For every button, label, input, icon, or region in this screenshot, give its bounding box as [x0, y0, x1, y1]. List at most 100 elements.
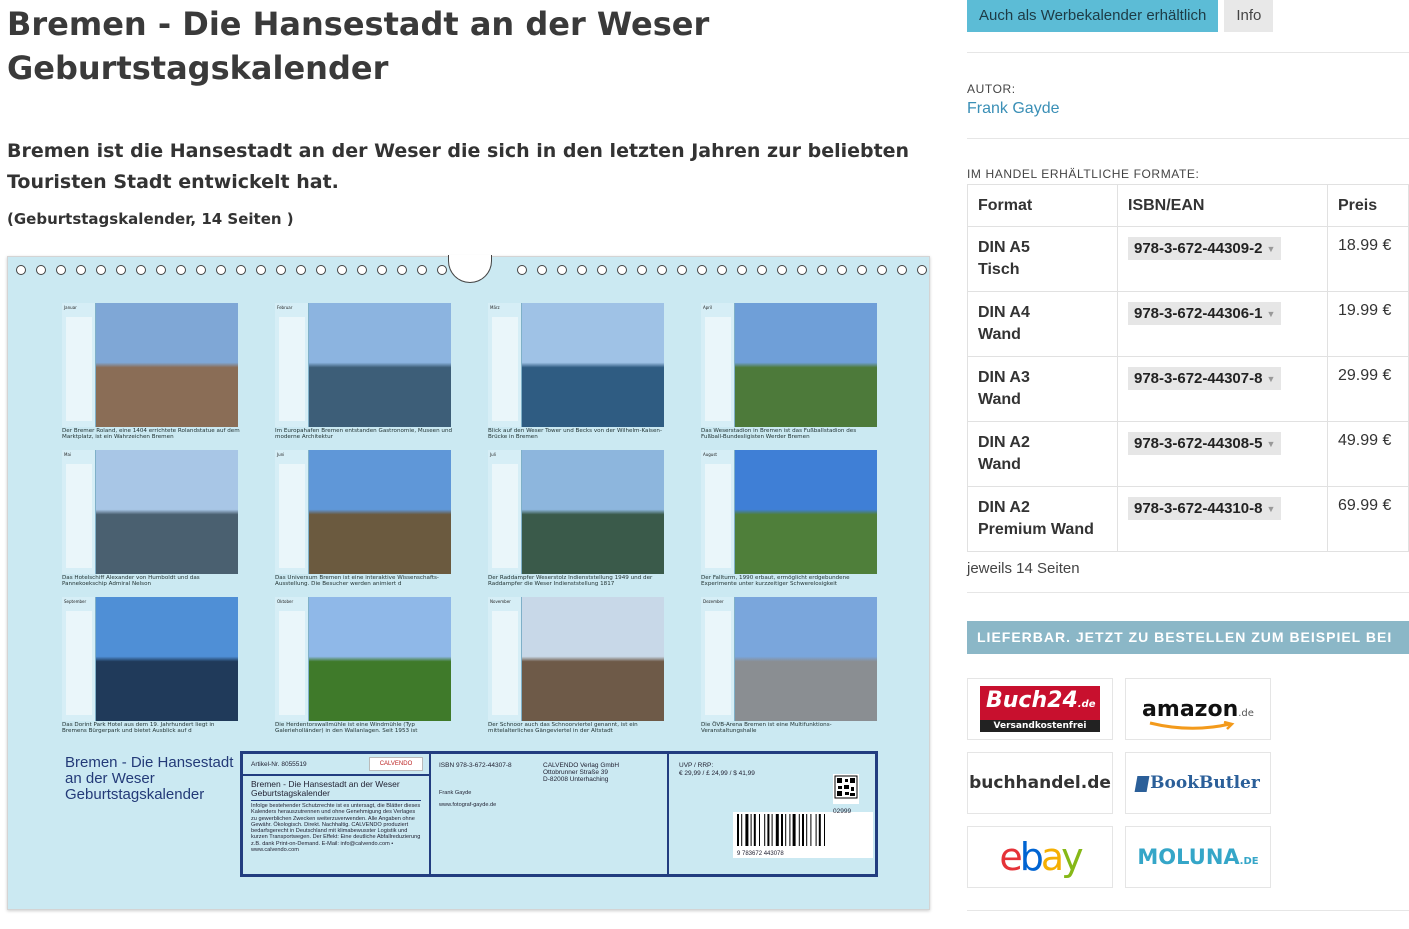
month-caption: Der Fallturm, 1990 erbaut, ermöglicht er… [701, 575, 850, 588]
ring-hole [236, 265, 247, 275]
format-row: DIN A2 Premium Wand 978-3-672-44310-8 ▼ 69.9… [967, 486, 1409, 552]
qr-code [833, 774, 859, 804]
chevron-down-icon: ▼ [1266, 244, 1276, 255]
month-thumbnail: Mai Das Hotelschiff Alexander von Humbold… [62, 450, 238, 590]
moluna-logo: MOLUNA.DE [1137, 845, 1259, 869]
isbn-dropdown[interactable]: 978-3-672-44307-8 ▼ [1128, 367, 1282, 390]
month-thumbnail: Juli Der Raddampfer Weserstolz Indienstst… [488, 450, 664, 590]
buchhandel-link[interactable]: buchhandel.de [967, 752, 1113, 814]
moluna-link[interactable]: MOLUNA.DE [1125, 826, 1271, 888]
barcode-number: 9 783672 443078 [737, 850, 784, 857]
chevron-down-icon: ▼ [1266, 309, 1276, 320]
birthday-strip [62, 450, 96, 574]
ring-hole [356, 265, 367, 275]
ring-hole [596, 265, 607, 275]
amazon-name: amazon [1142, 696, 1239, 722]
buch24-tagline: Versandkostenfrei [980, 720, 1100, 732]
birthday-strip [62, 597, 96, 721]
bookbutler-logo: BookButler [1134, 773, 1260, 793]
barcode-addon: 02999 [833, 808, 852, 815]
isbn-cell: 978-3-672-44307-8 ▼ [1117, 356, 1328, 422]
uvp-values: € 29,99 / £ 24,99 / $ 41,99 [679, 770, 755, 777]
price-cell: 69.99 € [1327, 486, 1409, 552]
ring-hole [156, 265, 167, 275]
author-link[interactable]: Frank Gayde [967, 100, 1409, 118]
month-photo: Oktober [275, 597, 451, 721]
ring-hole [76, 265, 87, 275]
isbn-dropdown[interactable]: 978-3-672-44306-1 ▼ [1128, 302, 1282, 325]
month-photo: August [701, 450, 877, 574]
back-col-legal: Artikel-Nr. 8055519 CALVENDO Bremen - Di… [243, 754, 431, 874]
month-label: März [490, 305, 500, 310]
product-meta: (Geburtstagskalender, 14 Seiten ) [7, 210, 294, 228]
ring-hole [256, 265, 267, 275]
isbn-print: ISBN 978-3-672-44307-8 [439, 762, 512, 769]
isbn-dropdown[interactable]: 978-3-672-44308-5 ▼ [1128, 432, 1282, 455]
artikel-number: Artikel-Nr. 8055519 [251, 761, 307, 768]
month-caption: Das Universum Bremen ist eine interaktiv… [275, 575, 439, 588]
month-caption: Das Weserstadion in Bremen ist das Fußba… [701, 428, 857, 441]
back-title: Bremen - Die Hansestadt an der Weser Geb… [65, 754, 234, 803]
month-caption: Das Dorint Park Hotel aus dem 19. Jahrhu… [62, 722, 215, 735]
month-thumbnail: November Der Schnoor auch das Schnoorvier… [488, 597, 664, 737]
bookbutler-link[interactable]: BookButler [1125, 752, 1271, 814]
ring-hole [797, 265, 808, 275]
ring-hole [36, 265, 47, 275]
chevron-down-icon: ▼ [1266, 439, 1276, 450]
ring-hole [436, 265, 447, 275]
month-photo: Mai [62, 450, 238, 574]
month-caption: Im Europahafen Bremen entstanden Gastron… [275, 428, 453, 441]
month-label: Juli [490, 452, 496, 457]
format-name: DIN A2 Wand [967, 421, 1118, 487]
month-thumbnail: September Das Dorint Park Hotel aus dem 1… [62, 597, 238, 737]
formats-header-row: Format ISBN/EAN Preis [967, 184, 1409, 227]
info-button[interactable]: Info [1224, 0, 1274, 32]
birthday-strip [488, 303, 522, 427]
back-col-publisher: ISBN 978-3-672-44307-8 Frank Gayde www.f… [431, 754, 669, 874]
birthday-strip [275, 450, 309, 574]
ring-hole [296, 265, 307, 275]
publisher-address: CALVENDO Verlag GmbH Ottobrunner Straße … [543, 762, 620, 784]
buch24-name: Buch24 [986, 688, 1078, 713]
format-name: DIN A4 Wand [967, 291, 1118, 357]
amazon-logo: amazon.de [1142, 696, 1254, 730]
divider [967, 138, 1409, 139]
month-photo: Juni [275, 450, 451, 574]
price-cell: 19.99 € [1327, 291, 1409, 357]
ring-hole [96, 265, 107, 275]
ring-hole [56, 265, 67, 275]
formats-table: Format ISBN/EAN Preis DIN A5 Tisch 978-3-6… [967, 184, 1409, 552]
werbekalender-button[interactable]: Auch als Werbekalender erhältlich [967, 0, 1219, 32]
ring-hole [777, 265, 788, 275]
month-label: Januar [64, 305, 77, 310]
month-photo: November [488, 597, 664, 721]
ebay-link[interactable]: ebay [967, 826, 1113, 888]
birthday-strip [701, 597, 735, 721]
amazon-link[interactable]: amazon.de [1125, 678, 1271, 740]
birthday-strip [701, 303, 735, 427]
month-photo: März [488, 303, 664, 427]
ring-hole [176, 265, 187, 275]
calendar-preview-image[interactable]: Januar Der Bremer Roland, eine 1404 erric… [7, 255, 930, 910]
ring-hole [677, 265, 688, 275]
buch24-link[interactable]: Buch24.de Versandkostenfrei [967, 678, 1113, 740]
book-icon [1134, 775, 1150, 792]
ring-hole [316, 265, 327, 275]
month-label: Dezember [703, 599, 724, 604]
month-label: November [490, 599, 511, 604]
isbn-cell: 978-3-672-44306-1 ▼ [1117, 291, 1328, 357]
month-label: Juni [277, 452, 285, 457]
month-thumbnail: April Das Weserstadion in Bremen ist das … [701, 303, 877, 443]
month-photo: April [701, 303, 877, 427]
isbn-dropdown[interactable]: 978-3-672-44309-2 ▼ [1128, 237, 1282, 260]
birthday-strip [701, 450, 735, 574]
ring-hole [717, 265, 728, 275]
divider [967, 592, 1409, 593]
isbn-cell: 978-3-672-44308-5 ▼ [1117, 421, 1328, 487]
header-format: Format [967, 184, 1118, 227]
ring-hole [877, 265, 888, 275]
isbn-dropdown[interactable]: 978-3-672-44310-8 ▼ [1128, 497, 1282, 520]
back-product-name: Bremen - Die Hansestadt an der Weser Geb… [251, 779, 400, 798]
month-caption: Der Schnoor auch das Schnoorviertel gena… [488, 722, 638, 735]
ring-hole [817, 265, 828, 275]
